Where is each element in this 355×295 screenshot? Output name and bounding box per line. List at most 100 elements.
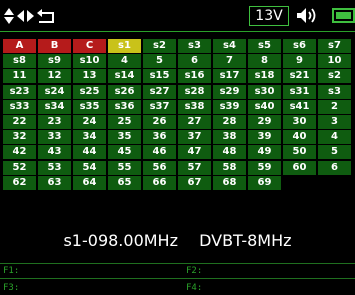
channel-cell[interactable]: 13 [73,69,106,84]
channel-cell[interactable]: 58 [213,160,246,175]
channel-cell[interactable]: 64 [73,175,106,190]
channel-cell[interactable]: s16 [178,69,211,84]
channel-cell[interactable]: s41 [283,99,316,114]
channel-cell[interactable]: s6 [283,39,316,53]
channel-cell[interactable]: 25 [108,114,141,129]
channel-cell[interactable]: s31 [283,84,316,99]
channel-cell[interactable]: 43 [38,145,71,160]
channel-cell[interactable]: 52 [3,160,36,175]
channel-cell[interactable]: 9 [283,54,316,69]
channel-cell[interactable]: 34 [73,130,106,145]
channel-cell[interactable]: s37 [143,99,176,114]
channel-cell[interactable]: 57 [178,160,211,175]
f4-key-label[interactable]: F4: [186,283,202,293]
channel-cell[interactable]: s10 [73,54,106,69]
channel-cell[interactable]: 11 [3,69,36,84]
channel-cell[interactable]: s30 [248,84,281,99]
channel-cell[interactable]: s33 [3,99,36,114]
channel-cell[interactable]: 38 [213,130,246,145]
f2-key-label[interactable]: F2: [186,266,202,276]
channel-cell[interactable]: 22 [3,114,36,129]
channel-cell[interactable]: 65 [108,175,141,190]
channel-cell[interactable]: s4 [213,39,246,53]
channel-cell[interactable]: 7 [213,54,246,69]
channel-cell[interactable]: 35 [108,130,141,145]
up-down-arrows-icon[interactable] [3,7,15,25]
channel-cell[interactable]: 56 [143,160,176,175]
channel-cell[interactable]: 62 [3,175,36,190]
channel-cell[interactable]: 6 [318,160,351,175]
channel-cell[interactable]: 8 [248,54,281,69]
channel-cell[interactable]: s23 [3,84,36,99]
f1-key-label[interactable]: F1: [3,266,19,276]
channel-cell[interactable]: 47 [178,145,211,160]
channel-cell[interactable]: 29 [248,114,281,129]
channel-cell[interactable]: 45 [108,145,141,160]
return-icon[interactable] [36,7,56,25]
channel-cell[interactable]: 10 [318,54,351,69]
channel-cell[interactable]: 36 [143,130,176,145]
channel-cell[interactable]: 27 [178,114,211,129]
channel-cell[interactable]: A [3,39,36,53]
channel-cell[interactable]: 24 [73,114,106,129]
channel-cell[interactable]: s15 [143,69,176,84]
channel-cell[interactable]: s38 [178,99,211,114]
channel-cell[interactable]: 32 [3,130,36,145]
channel-cell[interactable]: 33 [38,130,71,145]
channel-cell[interactable]: s14 [108,69,141,84]
channel-cell[interactable]: C [73,39,106,53]
channel-cell[interactable]: 60 [283,160,316,175]
channel-cell[interactable]: s21 [283,69,316,84]
channel-cell[interactable]: s3 [178,39,211,53]
channel-cell[interactable]: 5 [318,145,351,160]
channel-cell[interactable]: s9 [38,54,71,69]
channel-cell[interactable]: s27 [143,84,176,99]
channel-cell[interactable]: 42 [3,145,36,160]
channel-cell[interactable]: 68 [213,175,246,190]
channel-cell[interactable]: s1 [108,39,141,53]
right-arrow-icon[interactable] [26,7,35,25]
channel-cell[interactable]: 6 [178,54,211,69]
channel-cell[interactable]: 69 [248,175,281,190]
channel-cell[interactable]: s34 [38,99,71,114]
channel-cell[interactable]: 2 [318,99,351,114]
channel-cell[interactable]: 37 [178,130,211,145]
channel-cell[interactable]: 40 [283,130,316,145]
channel-cell[interactable]: 44 [73,145,106,160]
channel-cell[interactable]: 23 [38,114,71,129]
left-arrow-icon[interactable] [16,7,25,25]
channel-cell[interactable]: s5 [248,39,281,53]
channel-cell[interactable]: 39 [248,130,281,145]
channel-cell[interactable]: 30 [283,114,316,129]
channel-cell[interactable]: s24 [38,84,71,99]
channel-cell[interactable]: s28 [178,84,211,99]
channel-cell[interactable]: 3 [318,114,351,129]
channel-cell[interactable]: 46 [143,145,176,160]
channel-cell[interactable]: 48 [213,145,246,160]
channel-cell[interactable]: s26 [108,84,141,99]
channel-cell[interactable]: 66 [143,175,176,190]
channel-cell[interactable]: 28 [213,114,246,129]
channel-cell[interactable]: s7 [318,39,351,53]
channel-cell[interactable]: s35 [73,99,106,114]
channel-cell[interactable]: 5 [143,54,176,69]
channel-cell[interactable]: s18 [248,69,281,84]
channel-cell[interactable]: s17 [213,69,246,84]
channel-cell[interactable]: 54 [73,160,106,175]
channel-cell[interactable]: 26 [143,114,176,129]
channel-cell[interactable]: 59 [248,160,281,175]
channel-cell[interactable]: s36 [108,99,141,114]
channel-cell[interactable]: 4 [318,130,351,145]
channel-cell[interactable]: 4 [108,54,141,69]
channel-cell[interactable]: 12 [38,69,71,84]
channel-cell[interactable]: 53 [38,160,71,175]
channel-cell[interactable]: s3 [318,84,351,99]
channel-cell[interactable]: s2 [318,69,351,84]
channel-cell[interactable]: B [38,39,71,53]
channel-cell[interactable]: s8 [3,54,36,69]
channel-cell[interactable]: 67 [178,175,211,190]
channel-cell[interactable]: s40 [248,99,281,114]
channel-cell[interactable]: 63 [38,175,71,190]
channel-cell[interactable]: s29 [213,84,246,99]
channel-cell[interactable]: s25 [73,84,106,99]
